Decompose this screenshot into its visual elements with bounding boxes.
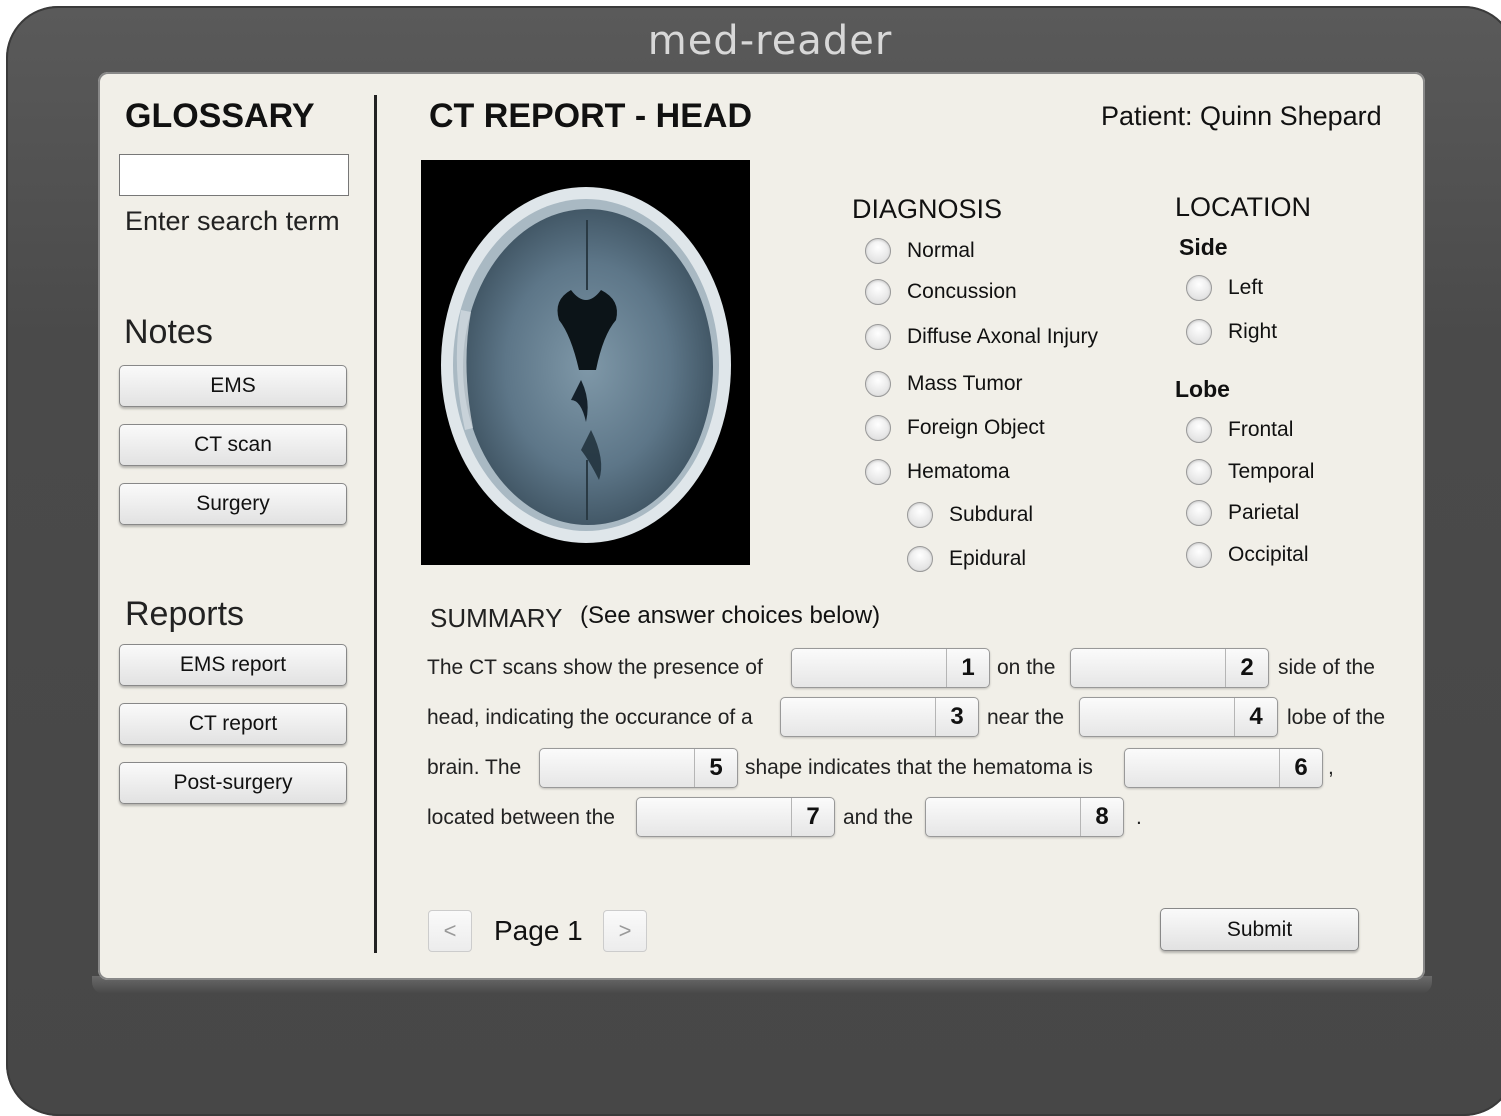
lobe-option-parietal[interactable]: Parietal — [1186, 500, 1299, 526]
option-label: Hematoma — [907, 460, 1010, 483]
notes-surgery-button[interactable]: Surgery — [119, 483, 347, 525]
summary-text-3: side of the — [1278, 656, 1375, 679]
notes-title: Notes — [124, 313, 213, 351]
blank-number: 5 — [694, 749, 737, 787]
blank-number: 8 — [1080, 798, 1123, 836]
radio-button[interactable] — [865, 415, 891, 441]
summary-blank-6[interactable]: 6 — [1124, 748, 1323, 788]
notes-ct-scan-button[interactable]: CT scan — [119, 424, 347, 466]
summary-text-9: , — [1328, 756, 1334, 779]
option-label: Concussion — [907, 280, 1017, 303]
glossary-search-input[interactable] — [119, 154, 349, 196]
summary-text-6: lobe of the — [1287, 706, 1386, 729]
radio-button[interactable] — [1186, 319, 1212, 345]
sidebar-divider — [374, 95, 377, 953]
radio-button[interactable] — [907, 502, 933, 528]
radio-button[interactable] — [907, 546, 933, 572]
radio-button[interactable] — [865, 371, 891, 397]
radio-button[interactable] — [1186, 542, 1212, 568]
blank-number: 1 — [946, 649, 989, 687]
app-title: med-reader — [647, 18, 893, 64]
summary-title: SUMMARY — [430, 603, 563, 633]
radio-button[interactable] — [1186, 459, 1212, 485]
option-label: Subdural — [949, 503, 1034, 526]
next-page-button[interactable]: > — [603, 910, 647, 952]
summary-blank-7[interactable]: 7 — [636, 797, 835, 837]
summary-blank-3[interactable]: 3 — [780, 697, 979, 737]
summary-text-2: on the — [997, 656, 1056, 679]
blank-number: 7 — [791, 798, 834, 836]
blank-number: 2 — [1225, 649, 1268, 687]
summary-blank-2[interactable]: 2 — [1070, 648, 1269, 688]
blank-number: 6 — [1279, 749, 1322, 787]
summary-text-1: The CT scans show the presence of — [427, 656, 763, 679]
option-label: Temporal — [1228, 460, 1315, 483]
summary-text-4: head, indicating the occurance of a — [427, 706, 753, 729]
summary-text-8: shape indicates that the hematoma is — [745, 756, 1093, 779]
patient-name: Patient: Quinn Shepard — [1101, 101, 1382, 131]
radio-button[interactable] — [1186, 275, 1212, 301]
search-hint: Enter search term — [125, 206, 340, 236]
lobe-option-temporal[interactable]: Temporal — [1186, 459, 1314, 485]
diagnosis-option-normal[interactable]: Normal — [865, 238, 975, 264]
summary-text-12: . — [1136, 806, 1142, 829]
option-label: Left — [1228, 276, 1264, 299]
reports-post-surgery-button[interactable]: Post-surgery — [119, 762, 347, 804]
glossary-title: GLOSSARY — [125, 97, 315, 135]
radio-button[interactable] — [1186, 417, 1212, 443]
lobe-title: Lobe — [1175, 376, 1230, 402]
reports-title: Reports — [125, 595, 245, 633]
diagnosis-option-epidural[interactable]: Epidural — [907, 546, 1026, 572]
option-label: Parietal — [1228, 501, 1300, 524]
summary-text-7: brain. The — [427, 756, 522, 779]
radio-button[interactable] — [1186, 500, 1212, 526]
radio-button[interactable] — [865, 459, 891, 485]
page-indicator: Page 1 — [494, 915, 583, 946]
option-label: Frontal — [1228, 418, 1294, 441]
option-label: Foreign Object — [907, 416, 1045, 439]
option-label: Diffuse Axonal Injury — [907, 325, 1099, 348]
diagnosis-option-diffuse-axonal-injury[interactable]: Diffuse Axonal Injury — [865, 324, 1098, 350]
side-title: Side — [1179, 234, 1228, 260]
reports-ct-report-button[interactable]: CT report — [119, 703, 347, 745]
diagnosis-title: DIAGNOSIS — [852, 194, 1003, 224]
submit-button[interactable]: Submit — [1160, 908, 1359, 951]
prev-page-button[interactable]: < — [428, 910, 472, 952]
side-option-left[interactable]: Left — [1186, 275, 1263, 301]
option-label: Epidural — [949, 547, 1027, 570]
radio-button[interactable] — [865, 238, 891, 264]
summary-blank-5[interactable]: 5 — [539, 748, 738, 788]
blank-number: 3 — [935, 698, 978, 736]
summary-text-10: located between the — [427, 806, 615, 829]
summary-blank-1[interactable]: 1 — [791, 648, 990, 688]
diagnosis-option-foreign-object[interactable]: Foreign Object — [865, 415, 1045, 441]
summary-text-5: near the — [987, 706, 1065, 729]
diagnosis-option-hematoma[interactable]: Hematoma — [865, 459, 1010, 485]
summary-text-11: and the — [843, 806, 914, 829]
option-label: Occipital — [1228, 543, 1309, 566]
radio-button[interactable] — [865, 324, 891, 350]
option-label: Right — [1228, 320, 1278, 343]
summary-subtitle: (See answer choices below) — [580, 602, 881, 629]
ct-scan-image — [421, 160, 750, 565]
reports-ems-report-button[interactable]: EMS report — [119, 644, 347, 686]
radio-button[interactable] — [865, 279, 891, 305]
option-label: Normal — [907, 239, 975, 262]
side-option-right[interactable]: Right — [1186, 319, 1277, 345]
summary-blank-4[interactable]: 4 — [1079, 697, 1278, 737]
lobe-option-occipital[interactable]: Occipital — [1186, 542, 1309, 568]
location-title: LOCATION — [1175, 192, 1312, 222]
option-label: Mass Tumor — [907, 372, 1023, 395]
diagnosis-option-concussion[interactable]: Concussion — [865, 279, 1017, 305]
lobe-option-frontal[interactable]: Frontal — [1186, 417, 1293, 443]
notes-ems-button[interactable]: EMS — [119, 365, 347, 407]
blank-number: 4 — [1234, 698, 1277, 736]
page-title: CT REPORT - HEAD — [429, 97, 752, 135]
diagnosis-option-mass-tumor[interactable]: Mass Tumor — [865, 371, 1023, 397]
diagnosis-option-subdural[interactable]: Subdural — [907, 502, 1033, 528]
summary-blank-8[interactable]: 8 — [925, 797, 1124, 837]
